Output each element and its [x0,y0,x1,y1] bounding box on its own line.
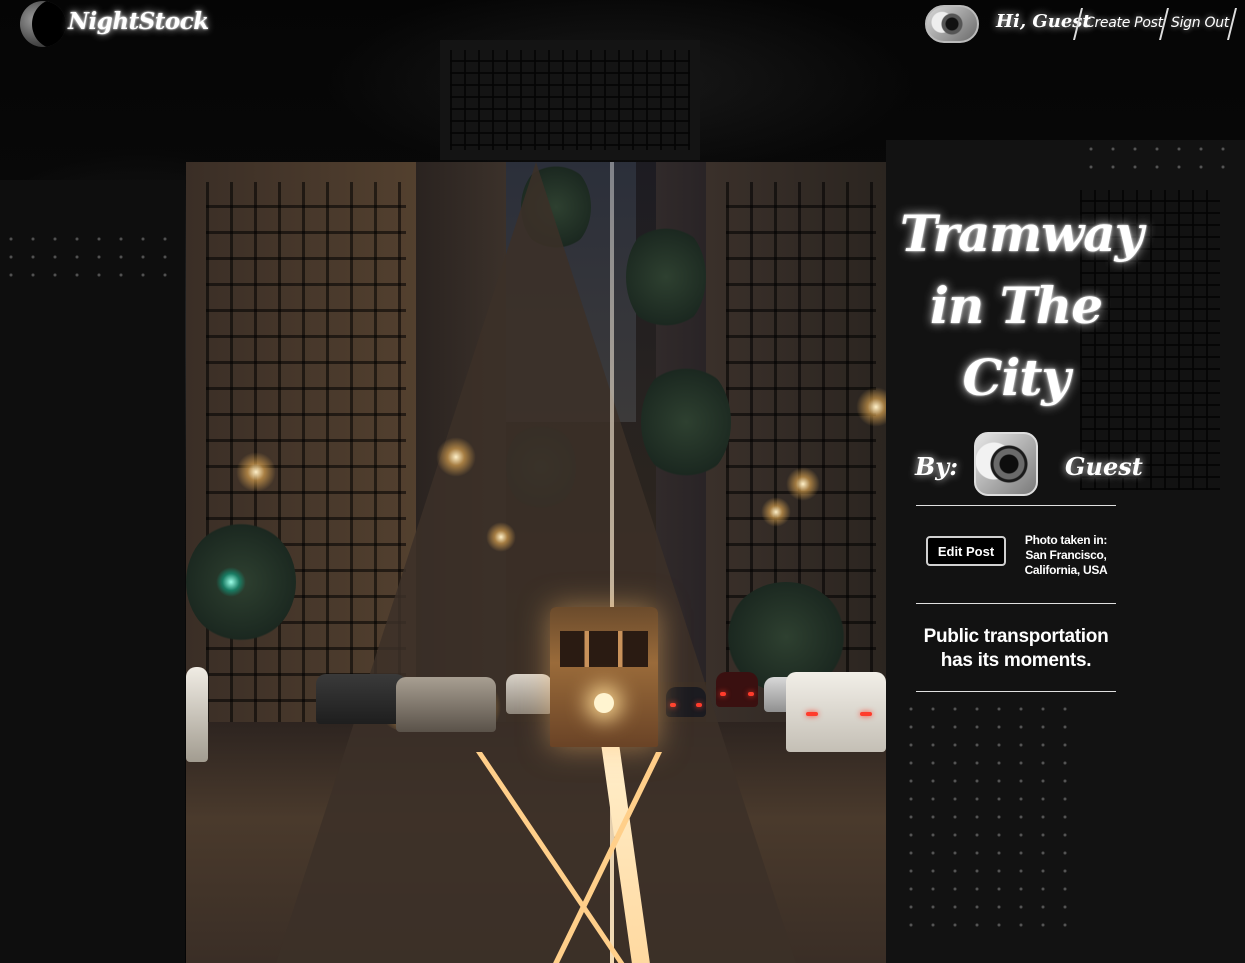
author-name[interactable]: Guest [1065,452,1143,481]
top-navbar: NightStock Hi, Guest Create Post Sign Ou… [0,0,1245,48]
photo-car [186,667,208,762]
photo-location: Photo taken in: San Francisco, Californi… [1016,533,1116,578]
user-avatar[interactable] [925,5,979,43]
brand-logo-link[interactable]: NightStock [68,8,209,35]
by-label: By: [915,452,959,481]
sign-out-link[interactable]: Sign Out [1171,15,1229,31]
photo-streetlight [486,522,516,552]
post-description: Public transportation has its moments. [923,626,1109,671]
edit-post-button[interactable]: Edit Post [926,536,1006,566]
location-city: San Francisco, [1025,548,1107,562]
post-title-line: in The [929,276,1103,335]
post-title-line: City [962,348,1071,407]
photo-car [716,672,758,707]
location-region: California, USA [1024,563,1108,577]
photo-streetlight [236,452,276,492]
moon-icon[interactable] [20,1,66,47]
photo-cable-car [550,607,658,747]
photo-streetlight [786,467,820,501]
photo-streetlight [436,437,476,477]
post-title-line: Tramway [900,204,1144,263]
photo-traffic-light [216,567,246,597]
photo-car [396,677,496,732]
photo-road [276,162,796,963]
photo-streetlight [761,497,791,527]
photo-car [666,687,706,717]
photo-car [786,672,886,752]
location-label: Photo taken in: [1024,533,1108,547]
photo-car [506,674,552,714]
post-title: Tramway in The City [900,198,1144,414]
create-post-link[interactable]: Create Post [1085,15,1163,31]
divider [916,603,1116,604]
post-photo [186,162,886,963]
divider [916,691,1116,692]
photo-car [316,674,406,724]
author-avatar[interactable] [974,432,1038,496]
divider [916,505,1116,506]
